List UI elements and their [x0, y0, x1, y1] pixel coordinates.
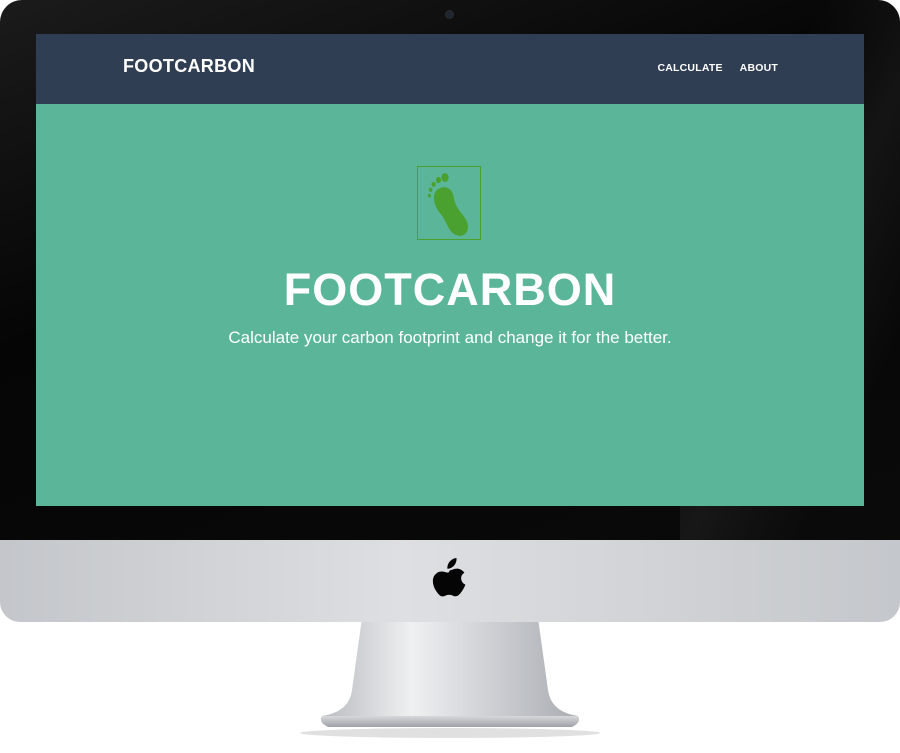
- hero-subtitle: Calculate your carbon footprint and chan…: [228, 328, 672, 347]
- nav-links: CALCULATE ABOUT: [657, 62, 778, 74]
- navbar: FOOTCARBON CALCULATE ABOUT: [36, 34, 864, 104]
- footprint-logo: [417, 166, 481, 240]
- hero-section: FOOTCARBON Calculate your carbon footpri…: [36, 104, 864, 506]
- nav-link-about[interactable]: ABOUT: [740, 62, 778, 74]
- brand-logo-link[interactable]: FOOTCARBON: [123, 56, 255, 77]
- imac-mockup: FOOTCARBON CALCULATE ABOUT FOOTCARBON Ca…: [0, 0, 900, 753]
- hero-title: FOOTCARBON: [283, 264, 617, 315]
- apple-logo-icon: [432, 558, 466, 597]
- nav-link-calculate[interactable]: CALCULATE: [657, 62, 722, 74]
- footprint-icon: [427, 173, 469, 236]
- website-screen: FOOTCARBON CALCULATE ABOUT FOOTCARBON Ca…: [36, 34, 864, 506]
- camera-icon: [446, 11, 453, 18]
